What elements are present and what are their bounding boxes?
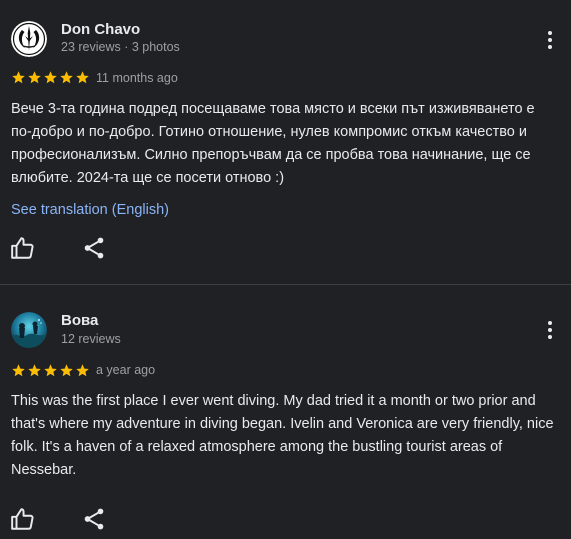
review-text: Вече 3-та година подред посещаваме това … [11, 101, 535, 186]
see-translation-link[interactable]: See translation (English) [11, 202, 169, 218]
thumbs-up-icon [11, 237, 34, 259]
star-icon [60, 71, 73, 84]
reviewer-meta: 12 reviews [61, 332, 121, 346]
more-vert-icon [548, 31, 552, 49]
star-icon [76, 71, 89, 84]
review-card: Don Chavo 23 reviews · 3 photos 11 month… [0, 0, 571, 284]
star-rating [11, 363, 90, 379]
reviewer-meta: 23 reviews · 3 photos [61, 40, 180, 54]
share-button[interactable] [81, 506, 107, 532]
star-icon [28, 364, 41, 377]
share-icon [84, 237, 104, 259]
like-button[interactable] [10, 235, 36, 261]
thumbs-up-icon [11, 508, 34, 530]
review-text: This was the first place I ever went div… [11, 393, 554, 478]
reviewer-name[interactable]: Don Chavo [61, 21, 140, 38]
star-rating [11, 70, 90, 86]
review-date: 11 months ago [96, 71, 178, 85]
review-card: Вова 12 reviews a year ago This was the … [0, 286, 571, 539]
avatar[interactable] [11, 21, 47, 57]
star-icon [60, 364, 73, 377]
more-options-button[interactable] [538, 318, 562, 342]
review-date: a year ago [96, 363, 156, 377]
more-options-button[interactable] [538, 28, 562, 52]
star-icon [44, 364, 57, 377]
share-button[interactable] [81, 235, 107, 261]
star-icon [44, 71, 57, 84]
like-button[interactable] [10, 506, 36, 532]
jedi-order-emblem-icon [11, 21, 47, 57]
star-icon [12, 71, 25, 84]
more-vert-icon [548, 321, 552, 339]
reviewer-name[interactable]: Вова [61, 312, 98, 329]
star-icon [28, 71, 41, 84]
star-icon [76, 364, 89, 377]
star-icon [12, 364, 25, 377]
underwater-photo-avatar [11, 312, 47, 348]
share-icon [84, 508, 104, 530]
review-divider [0, 284, 571, 285]
avatar[interactable] [11, 312, 47, 348]
